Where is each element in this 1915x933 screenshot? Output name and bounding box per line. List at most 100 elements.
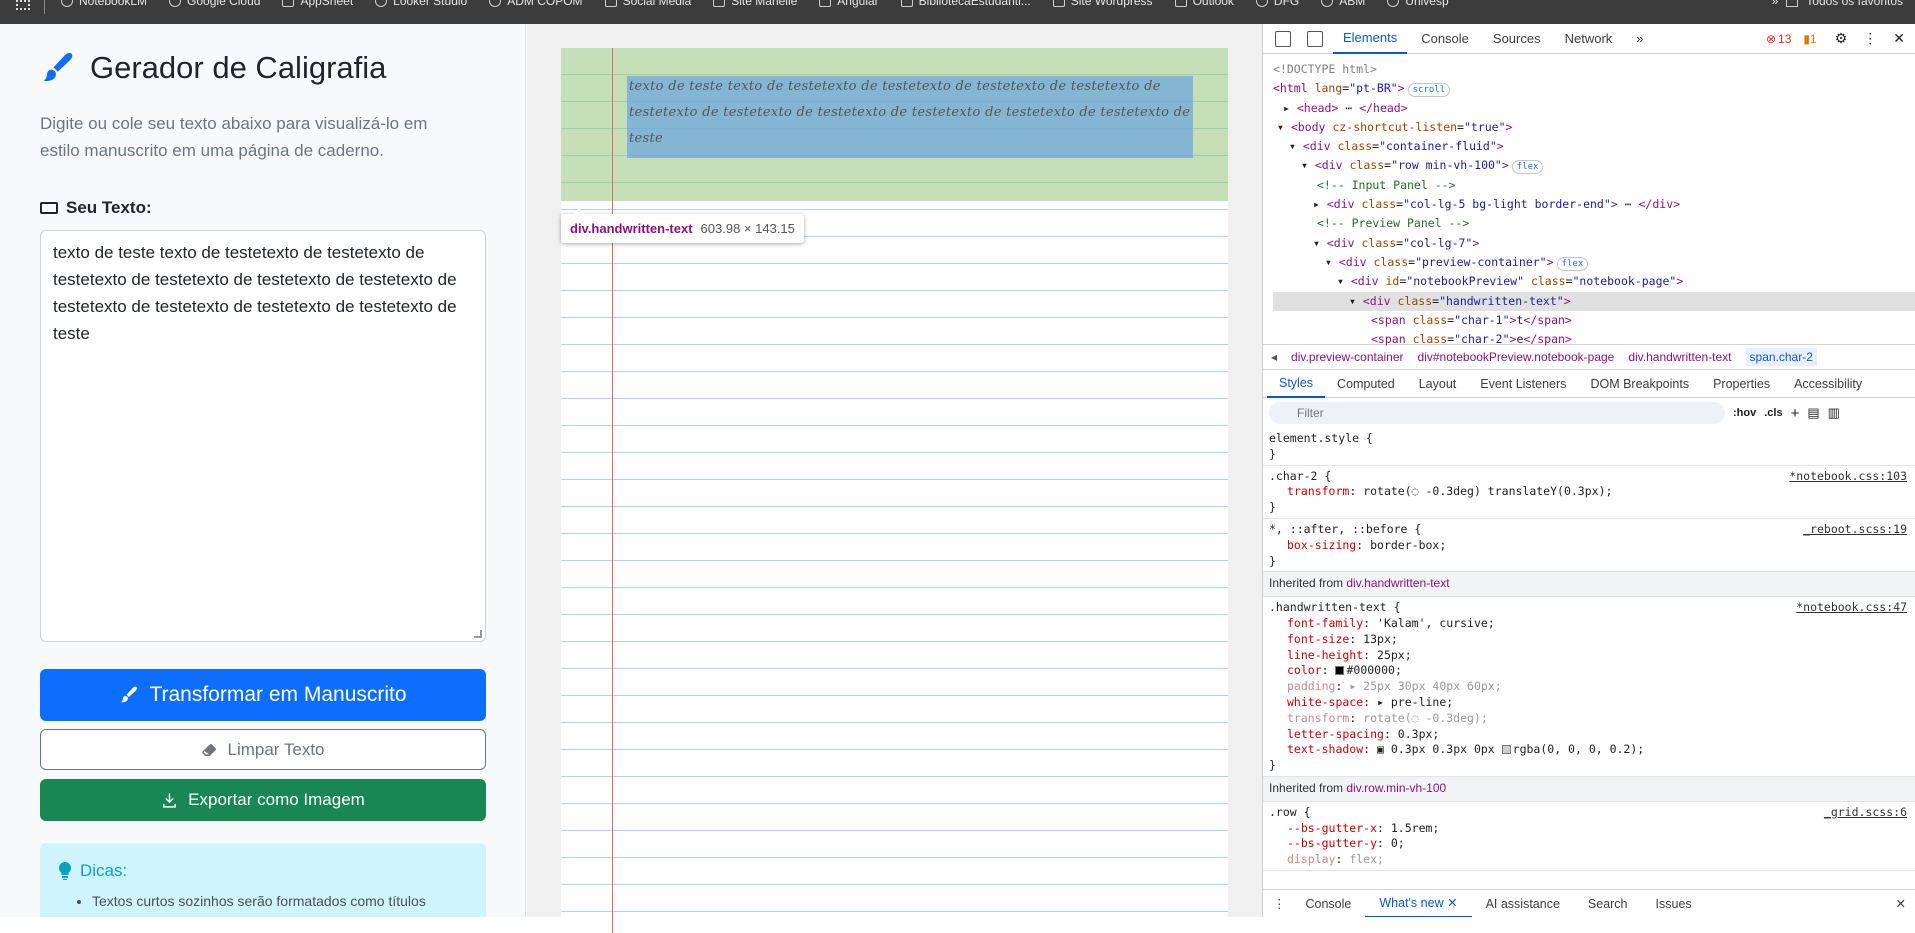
- styles-filter-input[interactable]: Filter: [1269, 402, 1725, 424]
- dom-node[interactable]: ▸ <div class="col-lg-5 bg-light border-e…: [1273, 195, 1915, 214]
- tab-network[interactable]: Network: [1555, 24, 1623, 54]
- notebooklm-icon: [61, 0, 73, 7]
- dom-comment[interactable]: <!-- Preview Panel -->: [1273, 214, 1915, 233]
- dom-node[interactable]: ▾ <div class="col-lg-7">: [1273, 234, 1915, 253]
- bookmark-item[interactable]: AppSheet: [282, 0, 353, 8]
- bookmark-item[interactable]: DFG: [1255, 0, 1299, 8]
- close-icon[interactable]: ✕: [1896, 896, 1906, 911]
- all-bookmarks[interactable]: » Todos os favoritos: [1772, 0, 1903, 8]
- app-header: Gerador de Caligrafia: [40, 50, 485, 86]
- kebab-menu-icon[interactable]: ⋮: [1863, 30, 1877, 47]
- tab-dom-breakpoints[interactable]: DOM Breakpoints: [1578, 370, 1701, 398]
- gear-icon[interactable]: ⚙: [1835, 30, 1848, 47]
- inspect-icon[interactable]: [1275, 30, 1291, 47]
- tab-console[interactable]: Console: [1411, 24, 1479, 54]
- style-rule[interactable]: *, ::after, ::before {_reboot.scss:19 bo…: [1263, 519, 1915, 573]
- dom-node[interactable]: <span class="char-2">e</span>: [1273, 330, 1915, 349]
- style-rule[interactable]: .handwritten-text {*notebook.css:47 font…: [1263, 597, 1915, 777]
- input-label-text: Seu Texto:: [66, 198, 152, 217]
- dom-node[interactable]: ▾ <div class="container-fluid">: [1273, 137, 1915, 156]
- tab-layout[interactable]: Layout: [1407, 370, 1469, 398]
- transform-button[interactable]: Transformar em Manuscrito: [40, 669, 486, 721]
- inherited-selector[interactable]: div.row.min-vh-100: [1346, 781, 1446, 795]
- apps-icon[interactable]: [16, 0, 30, 10]
- tips-title: Dicas:: [58, 861, 468, 881]
- close-icon[interactable]: ✕: [1893, 30, 1905, 47]
- chevron-right-icon: »: [1771, 0, 1779, 8]
- text-input[interactable]: texto de teste texto de testetexto de te…: [40, 230, 486, 642]
- add-rule-icon[interactable]: +: [1791, 405, 1800, 422]
- globe-icon: [1387, 0, 1400, 7]
- bookmark-item[interactable]: BibliotecaEstudanti...: [900, 0, 1031, 8]
- bookmark-item[interactable]: Univesp: [1387, 0, 1449, 8]
- tips-list: Textos curtos sozinhos serão formatados …: [58, 893, 468, 909]
- chevron-left-icon[interactable]: ◂: [1271, 350, 1277, 364]
- dom-comment[interactable]: <!-- Input Panel -->: [1273, 176, 1915, 195]
- tab-event-listeners[interactable]: Event Listeners: [1468, 370, 1578, 398]
- globe-icon: [1255, 0, 1268, 7]
- inherited-selector[interactable]: div.handwritten-text: [1346, 576, 1449, 590]
- bookmark-item[interactable]: ADM COPOM: [489, 0, 583, 8]
- breadcrumb-item[interactable]: div#notebookPreview.notebook-page: [1418, 350, 1615, 364]
- tab-computed[interactable]: Computed: [1325, 370, 1407, 398]
- dom-node[interactable]: <html lang="pt-BR"> scroll: [1273, 79, 1915, 98]
- clear-button[interactable]: Limpar Texto: [40, 729, 486, 770]
- tab-accessibility[interactable]: Accessibility: [1782, 370, 1874, 398]
- drawer-tab-whats-new[interactable]: What's new ✕: [1365, 890, 1472, 917]
- breadcrumb-item[interactable]: div.preview-container: [1291, 350, 1404, 364]
- drawer-tab-ai-assistance[interactable]: AI assistance: [1472, 890, 1574, 918]
- appsheet-icon: [282, 0, 295, 7]
- tab-sources[interactable]: Sources: [1483, 24, 1551, 54]
- tab-properties[interactable]: Properties: [1701, 370, 1782, 398]
- bookmark-item[interactable]: Angular: [819, 0, 879, 8]
- inherited-header: Inherited from div.row.min-vh-100: [1263, 776, 1915, 802]
- device-toggle-icon[interactable]: [1307, 30, 1323, 47]
- dom-node[interactable]: <span class="char-1">t</span>: [1273, 311, 1915, 330]
- style-rule[interactable]: .row {_grid.scss:6 --bs-gutter-x: 1.5rem…: [1263, 802, 1915, 871]
- page-subtitle: Digite ou cole seu texto abaixo para vis…: [40, 114, 428, 160]
- dom-node[interactable]: ▾ <body cz-shortcut-listen="true">: [1273, 118, 1915, 137]
- resize-handle[interactable]: [474, 630, 482, 638]
- error-count[interactable]: ⊗ 13: [1766, 32, 1791, 46]
- export-button[interactable]: Exportar como Imagem: [40, 779, 486, 821]
- dom-node[interactable]: ▸ <head> ⋯ </head>: [1273, 99, 1915, 118]
- drawer-tab-issues[interactable]: Issues: [1642, 890, 1706, 918]
- styles-pane: element.style {} .char-2 {*notebook.css:…: [1263, 428, 1915, 871]
- sidebar-toggle-icon[interactable]: ▥: [1828, 405, 1840, 421]
- hov-toggle[interactable]: :hov: [1733, 407, 1756, 419]
- bookmark-label: Site Marielle: [731, 0, 798, 8]
- tab-elements[interactable]: Elements: [1333, 24, 1408, 54]
- close-icon[interactable]: ✕: [1447, 895, 1457, 910]
- dom-node[interactable]: ▾ <div class="preview-container"> flex: [1273, 253, 1915, 272]
- kebab-menu-icon[interactable]: ⋮: [1273, 896, 1286, 911]
- cls-toggle[interactable]: .cls: [1764, 407, 1782, 419]
- dom-node[interactable]: ▾ <div id="notebookPreview" class="noteb…: [1273, 272, 1915, 291]
- style-rule[interactable]: element.style {}: [1263, 428, 1915, 466]
- dom-node[interactable]: ▾ <div class="row min-vh-100"> flex: [1273, 156, 1915, 175]
- breadcrumb-item[interactable]: div.handwritten-text: [1628, 350, 1731, 364]
- bookmark-label: Univesp: [1405, 0, 1449, 8]
- paint-icon[interactable]: ▤: [1807, 405, 1819, 421]
- style-rule[interactable]: .char-2 {*notebook.css:103 transform: ro…: [1263, 466, 1915, 519]
- bookmark-item[interactable]: Site Wordpress: [1052, 0, 1153, 8]
- bookmark-item[interactable]: ABM: [1321, 0, 1365, 8]
- bookmark-item[interactable]: Looker Studio: [375, 0, 467, 8]
- bookmark-label: Angular: [837, 0, 879, 8]
- bookmark-item[interactable]: Google Cloud: [169, 0, 260, 8]
- breadcrumb-item-current[interactable]: span.char-2: [1745, 348, 1817, 366]
- dom-node[interactable]: <!DOCTYPE html>: [1273, 60, 1915, 79]
- keyboard-icon: [40, 202, 58, 214]
- warning-count[interactable]: ▮1: [1803, 32, 1816, 46]
- dom-node-selected[interactable]: ▾ <div class="handwritten-text">: [1273, 291, 1915, 311]
- drawer-tab-search[interactable]: Search: [1574, 890, 1642, 918]
- bookmark-item[interactable]: Social Media: [604, 0, 691, 8]
- bookmark-item[interactable]: Site Marielle: [713, 0, 797, 8]
- tab-styles[interactable]: Styles: [1267, 370, 1326, 398]
- dom-tree: <!DOCTYPE html> <html lang="pt-BR"> scrol…: [1263, 54, 1915, 346]
- drawer-tab-console[interactable]: Console: [1292, 890, 1366, 918]
- bookmark-item[interactable]: NotebookLM: [61, 0, 147, 8]
- preview-panel: texto de teste texto de testetexto de te…: [527, 24, 1262, 933]
- input-panel: Gerador de Caligrafia Digite ou cole seu…: [0, 24, 526, 917]
- bookmark-item[interactable]: Outlook: [1174, 0, 1234, 8]
- more-tabs-icon[interactable]: »: [1626, 24, 1653, 54]
